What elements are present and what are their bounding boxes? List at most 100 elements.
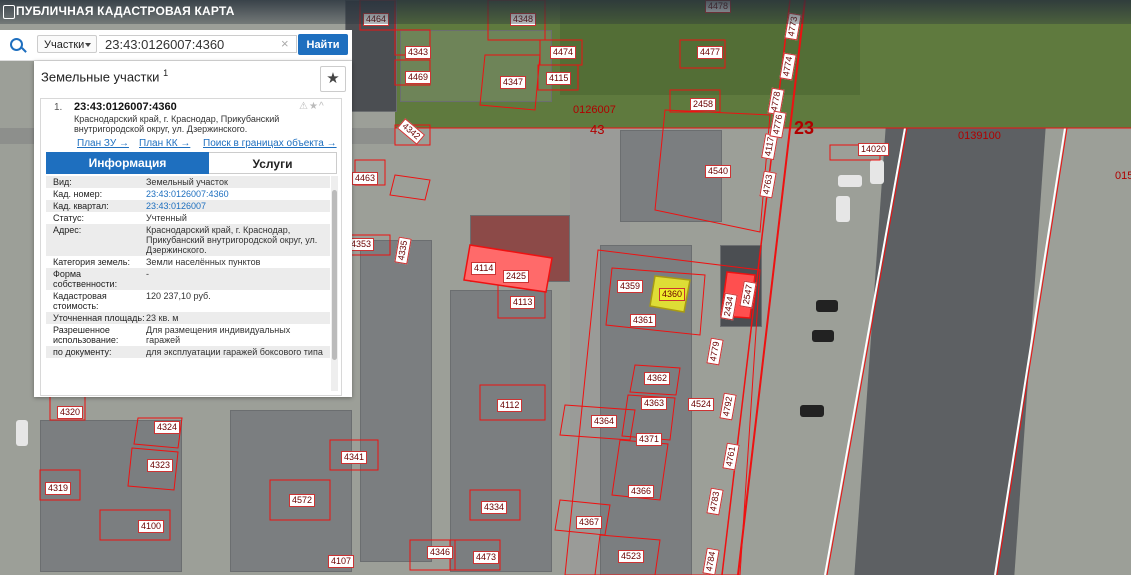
parcel-label[interactable]: 4107 [328, 555, 355, 568]
info-row: Форма собственности: - [46, 268, 330, 290]
search-icon[interactable] [10, 38, 23, 51]
parcel-label[interactable]: 4363 [641, 397, 668, 410]
warning-icon[interactable]: ⚠ [299, 101, 309, 112]
parcel-label[interactable]: 4463 [352, 172, 379, 185]
close-icon[interactable]: × [281, 36, 289, 51]
info-scrollbar[interactable] [331, 176, 338, 391]
parcel-label[interactable]: 14020 [858, 143, 890, 156]
app-title: ПУБЛИЧНАЯ КАДАСТРОВАЯ КАРТА [16, 4, 235, 18]
info-row: Кадастровая стоимость: 120 237,10 руб. [46, 290, 330, 312]
collapse-icon[interactable]: ^ [319, 101, 325, 112]
search-bar: Участки × Найти [0, 30, 352, 61]
star-icon[interactable]: ★ [309, 101, 319, 112]
parcel-label[interactable]: 4113 [510, 296, 536, 309]
parcel-label[interactable]: 4347 [500, 76, 527, 89]
info-row: Кад. квартал: 23:43:0126007 [46, 200, 330, 212]
result-number: 1. [54, 102, 63, 113]
parcel-label[interactable]: 4346 [427, 546, 454, 559]
info-value: Земельный участок [146, 177, 228, 187]
search-input[interactable] [99, 35, 297, 53]
result-card[interactable]: 1. 23:43:0126007:4360 Краснодарский край… [40, 98, 342, 396]
search-type-select[interactable]: Участки [37, 35, 97, 53]
results-count: 1 [163, 68, 169, 78]
parcel-label[interactable]: 4114 [471, 262, 497, 275]
info-value-link[interactable]: 23:43:0126007:4360 [146, 188, 324, 200]
parcel-label[interactable]: 4477 [697, 46, 724, 59]
parcel-label[interactable]: 4474 [550, 46, 577, 59]
tab-services[interactable]: Услуги [209, 152, 337, 174]
parcel-label[interactable]: 4469 [405, 71, 432, 84]
info-row: Категория земель: Земли населённых пункто… [46, 256, 330, 268]
info-key: Разрешенное использование: [53, 325, 119, 345]
results-panel: Земельные участки 1 ★ 1. 23:43:0126007:4… [34, 61, 352, 397]
app-header: ПУБЛИЧНАЯ КАДАСТРОВАЯ КАРТА [0, 0, 1131, 24]
info-value: 120 237,10 руб. [146, 291, 211, 301]
parcel-label[interactable]: 4362 [644, 372, 671, 385]
parcel-label[interactable]: 4323 [147, 459, 174, 472]
parcel-label[interactable]: 4324 [154, 421, 181, 434]
parcel-label-selected[interactable]: 4360 [659, 288, 686, 301]
parcel-label[interactable]: 4341 [341, 451, 368, 464]
parcel-label[interactable]: 4523 [618, 550, 645, 563]
info-row: Адрес: Краснодарский край, г. Краснодар, … [46, 224, 330, 256]
parcel-label[interactable]: 4361 [630, 314, 657, 327]
info-key: Форма собственности: [53, 269, 118, 289]
scroll-thumb[interactable] [332, 190, 337, 360]
result-address: Краснодарский край, г. Краснодар, Прикуб… [74, 114, 280, 134]
parcel-label[interactable]: 4540 [705, 165, 732, 178]
parcel-label[interactable]: 4319 [45, 482, 72, 495]
parcel-label[interactable]: 4100 [138, 520, 165, 533]
parcel-label[interactable]: 4364 [591, 415, 618, 428]
results-title: Земельные участки 1 [41, 68, 168, 84]
plan-kk-link[interactable]: План КК → [139, 138, 190, 149]
tab-information[interactable]: Информация [46, 152, 209, 174]
star-icon: ★ [326, 70, 340, 87]
info-key: Кад. квартал: [53, 201, 109, 211]
parcel-label[interactable]: 4343 [405, 46, 432, 59]
parcel-label[interactable]: 4334 [481, 501, 508, 514]
info-key: Адрес: [53, 225, 82, 235]
result-tabs: Информация Услуги [46, 152, 338, 174]
parcel-label[interactable]: 4524 [688, 398, 715, 411]
info-value-link[interactable]: 23:43:0126007 [146, 200, 324, 212]
info-row: Кад. номер: 23:43:0126007:4360 [46, 188, 330, 200]
info-key: Кадастровая стоимость: [53, 291, 107, 311]
parcel-label[interactable]: 4367 [576, 516, 603, 529]
parcel-label[interactable]: 2458 [690, 98, 717, 111]
parcel-label[interactable]: 4115 [546, 72, 572, 85]
info-key: по документу: [53, 347, 112, 357]
parcel-label[interactable]: 2425 [503, 270, 530, 283]
info-key: Кад. номер: [53, 189, 103, 199]
result-actions[interactable]: ⚠★^ [299, 101, 325, 112]
parcel-label[interactable]: 4112 [497, 399, 523, 412]
info-value: Учтенный [146, 213, 187, 223]
quarter-label: 015 [1115, 170, 1131, 182]
district-label: 23 [794, 118, 815, 138]
result-cad-number[interactable]: 23:43:0126007:4360 [74, 101, 177, 113]
parcel-label[interactable]: 4371 [636, 433, 663, 446]
info-key: Уточненная площадь: [53, 313, 145, 323]
info-row: по документу: для эксплуатации гаражей бо… [46, 346, 330, 358]
plan-zu-link[interactable]: План ЗУ → [77, 138, 129, 149]
parcel-label[interactable]: 4473 [473, 551, 500, 564]
parcel-label[interactable]: 4359 [617, 280, 644, 293]
info-table: Вид: Земельный участок Кад. номер: 23:43:0… [46, 176, 330, 391]
info-row: Статус: Учтенный [46, 212, 330, 224]
search-in-bounds-link[interactable]: Поиск в границах объекта → [203, 138, 337, 149]
info-value: Краснодарский край, г. Краснодар, Прикуб… [146, 225, 318, 255]
search-type-label: Участки [44, 39, 85, 51]
search-panel: Участки × Найти Земельные участки 1 ★ 1.… [0, 30, 352, 397]
parcel-label[interactable]: 4366 [628, 485, 655, 498]
info-key: Вид: [53, 177, 72, 187]
info-row: Разрешенное использование: Для размещения… [46, 324, 330, 346]
find-button[interactable]: Найти [298, 34, 348, 55]
info-value: - [146, 269, 149, 279]
info-value: Для размещения индивидуальных гаражей [146, 325, 291, 345]
favorite-button[interactable]: ★ [320, 66, 346, 92]
parcel-label[interactable]: 4572 [289, 494, 316, 507]
parcel-label[interactable]: 4320 [57, 406, 84, 419]
info-value: 23 кв. м [146, 313, 179, 323]
info-row: Вид: Земельный участок [46, 176, 330, 188]
quarter-label: 43 [590, 122, 605, 137]
results-title-text: Земельные участки [41, 69, 160, 85]
